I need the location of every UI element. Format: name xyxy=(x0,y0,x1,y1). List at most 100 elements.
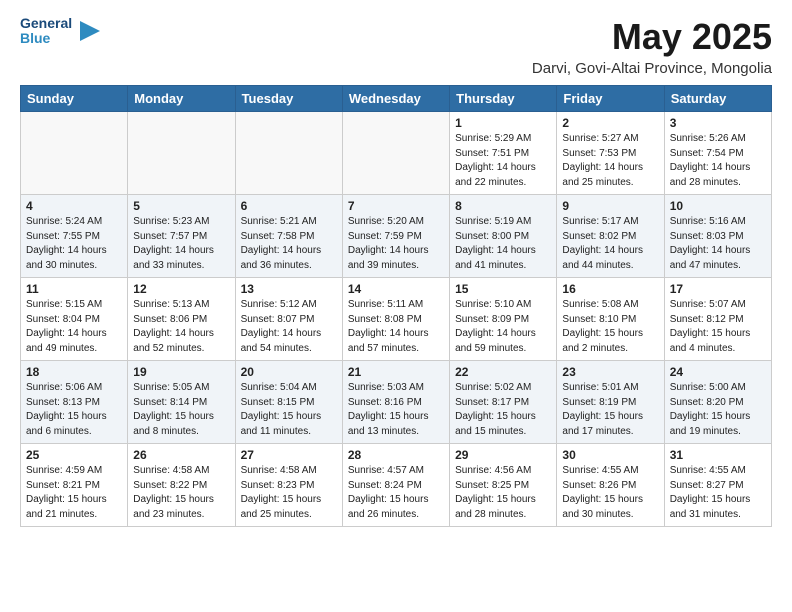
day-info: Sunrise: 5:15 AM Sunset: 8:04 PM Dayligh… xyxy=(26,298,122,356)
day-info: Sunrise: 5:03 AM Sunset: 8:16 PM Dayligh… xyxy=(348,381,444,439)
calendar-cell: 18Sunrise: 5:06 AM Sunset: 8:13 PM Dayli… xyxy=(21,361,128,444)
day-number: 19 xyxy=(133,365,229,379)
day-info: Sunrise: 5:04 AM Sunset: 8:15 PM Dayligh… xyxy=(241,381,337,439)
day-number: 6 xyxy=(241,199,337,213)
calendar-cell xyxy=(21,112,128,195)
day-number: 27 xyxy=(241,448,337,462)
day-info: Sunrise: 5:26 AM Sunset: 7:54 PM Dayligh… xyxy=(670,132,766,190)
day-info: Sunrise: 4:58 AM Sunset: 8:22 PM Dayligh… xyxy=(133,464,229,522)
day-number: 29 xyxy=(455,448,551,462)
calendar-cell: 11 Sunrise: 5:15 AM Sunset: 8:04 PM Dayli… xyxy=(21,278,128,361)
calendar-cell: 25 Sunrise: 4:59 AM Sunset: 8:21 PM Dayli… xyxy=(21,444,128,527)
day-info: Sunrise: 4:57 AM Sunset: 8:24 PM Dayligh… xyxy=(348,464,444,522)
calendar-cell: 7Sunrise: 5:20 AM Sunset: 7:59 PM Daylig… xyxy=(342,195,449,278)
calendar-cell: 23Sunrise: 5:01 AM Sunset: 8:19 PM Dayli… xyxy=(557,361,664,444)
day-info: Sunrise: 4:58 AM Sunset: 8:23 PM Dayligh… xyxy=(241,464,337,522)
title-block: May 2025 Darvi, Govi-Altai Province, Mon… xyxy=(532,16,772,77)
day-info: Sunrise: 5:01 AM Sunset: 8:19 PM Dayligh… xyxy=(562,381,658,439)
day-number: 25 xyxy=(26,448,122,462)
day-number: 8 xyxy=(455,199,551,213)
calendar-cell: 4Sunrise: 5:24 AM Sunset: 7:55 PM Daylig… xyxy=(21,195,128,278)
day-number: 24 xyxy=(670,365,766,379)
calendar-cell: 20 Sunrise: 5:04 AM Sunset: 8:15 PM Dayli… xyxy=(235,361,342,444)
logo-blue: Blue xyxy=(20,31,72,46)
day-number: 5 xyxy=(133,199,229,213)
day-number: 26 xyxy=(133,448,229,462)
week-row-2: 4Sunrise: 5:24 AM Sunset: 7:55 PM Daylig… xyxy=(21,195,772,278)
calendar-cell xyxy=(128,112,235,195)
day-number: 14 xyxy=(348,282,444,296)
calendar-cell: 29 Sunrise: 4:56 AM Sunset: 8:25 PM Dayli… xyxy=(450,444,557,527)
calendar-cell: 28 Sunrise: 4:57 AM Sunset: 8:24 PM Dayli… xyxy=(342,444,449,527)
day-info: Sunrise: 5:08 AM Sunset: 8:10 PM Dayligh… xyxy=(562,298,658,356)
day-number: 22 xyxy=(455,365,551,379)
calendar-cell: 8Sunrise: 5:19 AM Sunset: 8:00 PM Daylig… xyxy=(450,195,557,278)
day-number: 30 xyxy=(562,448,658,462)
subtitle: Darvi, Govi-Altai Province, Mongolia xyxy=(532,60,772,77)
calendar-cell: 9 Sunrise: 5:17 AM Sunset: 8:02 PM Daylig… xyxy=(557,195,664,278)
day-info: Sunrise: 5:10 AM Sunset: 8:09 PM Dayligh… xyxy=(455,298,551,356)
day-info: Sunrise: 5:11 AM Sunset: 8:08 PM Dayligh… xyxy=(348,298,444,356)
calendar-cell: 2Sunrise: 5:27 AM Sunset: 7:53 PM Daylig… xyxy=(557,112,664,195)
calendar-cell: 24 Sunrise: 5:00 AM Sunset: 8:20 PM Dayli… xyxy=(664,361,771,444)
day-info: Sunrise: 5:07 AM Sunset: 8:12 PM Dayligh… xyxy=(670,298,766,356)
day-number: 12 xyxy=(133,282,229,296)
day-number: 21 xyxy=(348,365,444,379)
week-row-5: 25 Sunrise: 4:59 AM Sunset: 8:21 PM Dayli… xyxy=(21,444,772,527)
day-number: 13 xyxy=(241,282,337,296)
day-number: 16 xyxy=(562,282,658,296)
day-info: Sunrise: 5:20 AM Sunset: 7:59 PM Dayligh… xyxy=(348,215,444,273)
day-info: Sunrise: 5:21 AM Sunset: 7:58 PM Dayligh… xyxy=(241,215,337,273)
column-header-friday: Friday xyxy=(557,86,664,112)
day-number: 9 xyxy=(562,199,658,213)
page: General Blue May 2025 Darvi, Govi-Altai … xyxy=(0,0,792,543)
day-number: 31 xyxy=(670,448,766,462)
calendar-cell: 3 Sunrise: 5:26 AM Sunset: 7:54 PM Daylig… xyxy=(664,112,771,195)
main-title: May 2025 xyxy=(532,16,772,58)
column-header-tuesday: Tuesday xyxy=(235,86,342,112)
calendar-header-row: SundayMondayTuesdayWednesdayThursdayFrid… xyxy=(21,86,772,112)
day-info: Sunrise: 5:00 AM Sunset: 8:20 PM Dayligh… xyxy=(670,381,766,439)
calendar-cell: 21 Sunrise: 5:03 AM Sunset: 8:16 PM Dayli… xyxy=(342,361,449,444)
day-number: 11 xyxy=(26,282,122,296)
calendar-cell xyxy=(342,112,449,195)
calendar-cell xyxy=(235,112,342,195)
column-header-monday: Monday xyxy=(128,86,235,112)
calendar-cell: 10Sunrise: 5:16 AM Sunset: 8:03 PM Dayli… xyxy=(664,195,771,278)
day-info: Sunrise: 5:24 AM Sunset: 7:55 PM Dayligh… xyxy=(26,215,122,273)
day-info: Sunrise: 5:06 AM Sunset: 8:13 PM Dayligh… xyxy=(26,381,122,439)
calendar-cell: 22 Sunrise: 5:02 AM Sunset: 8:17 PM Dayli… xyxy=(450,361,557,444)
calendar-cell: 27 Sunrise: 4:58 AM Sunset: 8:23 PM Dayli… xyxy=(235,444,342,527)
header: General Blue May 2025 Darvi, Govi-Altai … xyxy=(20,16,772,77)
day-number: 3 xyxy=(670,116,766,130)
calendar-cell: 15 Sunrise: 5:10 AM Sunset: 8:09 PM Dayli… xyxy=(450,278,557,361)
day-info: Sunrise: 4:56 AM Sunset: 8:25 PM Dayligh… xyxy=(455,464,551,522)
day-info: Sunrise: 5:12 AM Sunset: 8:07 PM Dayligh… xyxy=(241,298,337,356)
day-number: 17 xyxy=(670,282,766,296)
calendar-cell: 6 Sunrise: 5:21 AM Sunset: 7:58 PM Daylig… xyxy=(235,195,342,278)
day-number: 20 xyxy=(241,365,337,379)
day-info: Sunrise: 5:17 AM Sunset: 8:02 PM Dayligh… xyxy=(562,215,658,273)
day-info: Sunrise: 5:05 AM Sunset: 8:14 PM Dayligh… xyxy=(133,381,229,439)
calendar-cell: 16 Sunrise: 5:08 AM Sunset: 8:10 PM Dayli… xyxy=(557,278,664,361)
day-number: 15 xyxy=(455,282,551,296)
column-header-thursday: Thursday xyxy=(450,86,557,112)
calendar-cell: 30 Sunrise: 4:55 AM Sunset: 8:26 PM Dayli… xyxy=(557,444,664,527)
column-header-saturday: Saturday xyxy=(664,86,771,112)
calendar-cell: 12Sunrise: 5:13 AM Sunset: 8:06 PM Dayli… xyxy=(128,278,235,361)
logo: General Blue xyxy=(20,16,100,47)
calendar-cell: 14 Sunrise: 5:11 AM Sunset: 8:08 PM Dayli… xyxy=(342,278,449,361)
calendar-cell: 13 Sunrise: 5:12 AM Sunset: 8:07 PM Dayli… xyxy=(235,278,342,361)
calendar-cell: 26 Sunrise: 4:58 AM Sunset: 8:22 PM Dayli… xyxy=(128,444,235,527)
day-number: 28 xyxy=(348,448,444,462)
day-info: Sunrise: 5:27 AM Sunset: 7:53 PM Dayligh… xyxy=(562,132,658,190)
day-info: Sunrise: 5:23 AM Sunset: 7:57 PM Dayligh… xyxy=(133,215,229,273)
column-header-wednesday: Wednesday xyxy=(342,86,449,112)
calendar-cell: 5 Sunrise: 5:23 AM Sunset: 7:57 PM Daylig… xyxy=(128,195,235,278)
week-row-4: 18Sunrise: 5:06 AM Sunset: 8:13 PM Dayli… xyxy=(21,361,772,444)
logo-arrow-icon xyxy=(80,21,100,41)
day-info: Sunrise: 4:59 AM Sunset: 8:21 PM Dayligh… xyxy=(26,464,122,522)
day-info: Sunrise: 5:02 AM Sunset: 8:17 PM Dayligh… xyxy=(455,381,551,439)
day-info: Sunrise: 4:55 AM Sunset: 8:26 PM Dayligh… xyxy=(562,464,658,522)
day-info: Sunrise: 5:29 AM Sunset: 7:51 PM Dayligh… xyxy=(455,132,551,190)
